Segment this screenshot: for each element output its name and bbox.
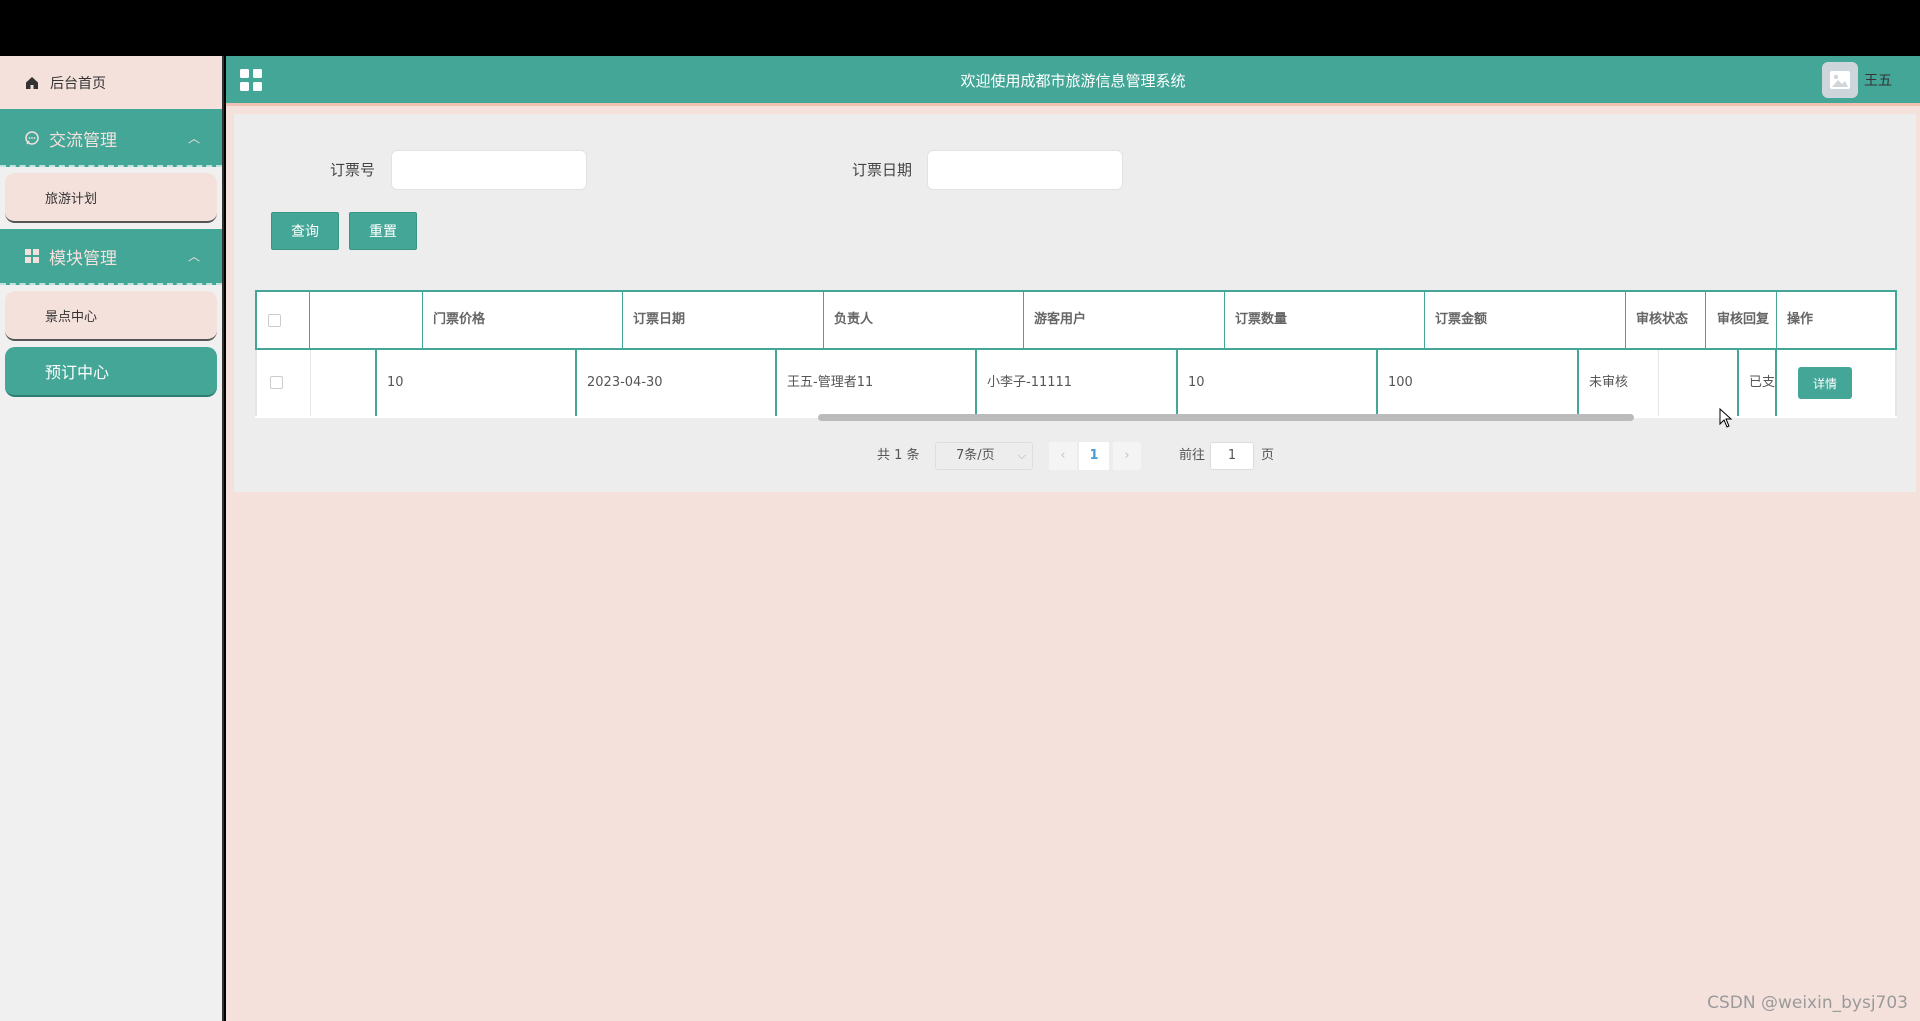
sidebar: 后台首页 交流管理 ︿ 旅游计划 模块管理 ︿ 景点中心 预订中心 [0,56,224,1021]
content-panel: 订票号 订票日期 查询 重置 门票价格 订票日期 负责人 游客用户 订票数量 订… [234,114,1916,492]
booking-date-input[interactable] [927,150,1123,190]
sidebar-item-attractions[interactable]: 景点中心 [5,291,217,341]
grid-icon [25,249,39,263]
column-header-review-reply: 审核回复 [1706,292,1777,348]
column-header-quantity: 订票数量 [1225,292,1425,348]
screen-top-bar [0,0,1920,56]
image-icon [1830,71,1850,89]
chevron-up-icon: ︿ [187,131,200,146]
chat-icon [25,131,39,145]
horizontal-scrollbar[interactable] [255,414,1897,422]
sidebar-item-travel-plan[interactable]: 旅游计划 [5,173,217,223]
sidebar-group-label: 模块管理 [49,248,117,269]
scrollbar-thumb[interactable] [818,414,1634,421]
sidebar-item-home-label: 后台首页 [50,75,106,92]
column-header-amount: 订票金额 [1425,292,1626,348]
cell-quantity: 10 [1178,350,1378,416]
reset-button[interactable]: 重置 [349,212,417,250]
table-row: 10 2023-04-30 王五-管理者11 小李子-11111 10 100 … [255,350,1897,416]
avatar[interactable] [1822,62,1858,98]
search-form: 订票号 订票日期 [234,150,1916,190]
row-select-cell [257,350,311,416]
sidebar-group-modules[interactable]: 模块管理 ︿ [0,229,222,285]
chevron-up-icon: ︿ [187,249,200,264]
booking-date-label: 订票日期 [852,161,913,179]
booking-table: 门票价格 订票日期 负责人 游客用户 订票数量 订票金额 审核状态 审核回复 操… [255,290,1897,421]
column-header-user: 游客用户 [1024,292,1225,348]
username[interactable]: 王五 [1864,56,1892,106]
ticket-no-label: 订票号 [330,161,376,179]
chevron-down-icon: ⌵ [1017,449,1026,462]
page-suffix: 页 [1261,448,1275,463]
watermark: CSDN @weixin_bysj703 [1707,993,1908,1013]
prev-page-button[interactable]: ‹ [1049,442,1077,470]
sidebar-item-home[interactable]: 后台首页 [0,56,222,111]
table-header: 门票价格 订票日期 负责人 游客用户 订票数量 订票金额 审核状态 审核回复 操… [255,290,1897,350]
cell-date: 2023-04-30 [577,350,777,416]
cell-amount: 100 [1378,350,1579,416]
goto-label: 前往 [1179,448,1206,463]
query-button[interactable]: 查询 [271,212,339,250]
main-content: 订票号 订票日期 查询 重置 门票价格 订票日期 负责人 游客用户 订票数量 订… [226,106,1920,1021]
header-select-all-cell [257,292,310,348]
table-cell [311,350,377,416]
pagination-total: 共 1 条 [877,448,920,463]
cell-payment-status: 已支 [1739,350,1777,416]
cell-review-status: 未审核 [1579,350,1659,416]
cell-user: 小李子-11111 [977,350,1178,416]
header: 欢迎使用成都市旅游信息管理系统 王五 [226,56,1920,106]
page-size-value: 7条/页 [956,448,995,463]
cell-review-reply [1659,350,1739,416]
detail-button[interactable]: 详情 [1798,367,1852,399]
column-header-price: 门票价格 [423,292,623,348]
column-header [310,292,423,348]
column-header-actions: 操作 [1787,312,1814,327]
column-header-date: 订票日期 [623,292,824,348]
row-checkbox[interactable] [270,376,283,389]
select-all-checkbox[interactable] [268,314,281,327]
page-number-current[interactable]: 1 [1079,442,1109,470]
sidebar-group-communication[interactable]: 交流管理 ︿ [0,111,222,167]
goto-page-input[interactable]: 1 [1210,442,1254,470]
sidebar-item-booking-center[interactable]: 预订中心 [5,347,217,397]
sidebar-group-label: 交流管理 [49,130,117,151]
cell-manager: 王五-管理者11 [777,350,977,416]
next-page-button[interactable]: › [1113,442,1141,470]
mouse-cursor-icon [1719,408,1733,428]
page-size-select[interactable]: 7条/页 ⌵ [935,442,1033,470]
ticket-no-input[interactable] [391,150,587,190]
page-title: 欢迎使用成都市旅游信息管理系统 [960,72,1186,90]
column-header-manager: 负责人 [824,292,1024,348]
column-header-review-status: 审核状态 [1626,292,1706,348]
cell-price: 10 [377,350,577,416]
home-icon [26,76,38,89]
